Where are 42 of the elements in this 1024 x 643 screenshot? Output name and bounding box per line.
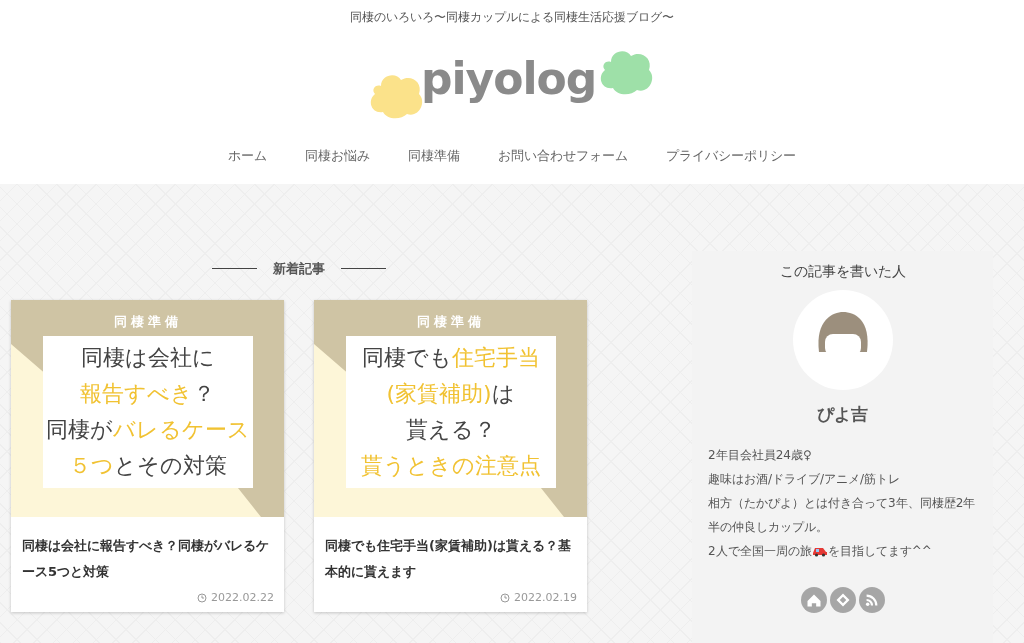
bio-line: 相方（たかぴよ）とは付き合って3年、同棲歴2年半の仲良しカップル。 [708, 495, 977, 536]
clock-icon [500, 592, 510, 603]
site-tagline: 同棲のいろいろ〜同棲カップルによる同棲生活応援ブログ〜 [350, 9, 674, 26]
home-icon[interactable] [800, 587, 827, 613]
article-card[interactable]: 同棲準備 同棲は会社に 報告すべき？ 同棲がバレるケース ５つ とその対策 同棲は会社に報告すべき？同棲がバレるケース5つと対策 2022.02.22 [11, 300, 284, 612]
rss-icon[interactable] [858, 587, 885, 613]
thumbnail-category: 同棲準備 [113, 313, 182, 331]
thumbnail-headline: (家賃補助) [386, 379, 492, 408]
bio-line: 趣味はお酒/ドライブ/アニメ/筋トレ [708, 471, 902, 488]
article-title[interactable]: 同棲でも住宅手当(家賃補助)は貰える？基本的に貰えます [314, 517, 587, 585]
nav-link[interactable]: ホーム [228, 146, 267, 166]
clock-icon [197, 592, 207, 603]
thumbnail-headline: 住宅手当 [451, 343, 540, 372]
bio-line: 2年目会社員24歳♀ [708, 447, 813, 464]
nav-link[interactable]: 同棲お悩み [305, 146, 370, 166]
thumbnail-headline: とその対策 [113, 451, 227, 480]
thumbnail-headline: 貰うときの注意点 [360, 451, 541, 480]
post-date: 2022.02.19 [514, 589, 577, 606]
nav-link[interactable]: プライバシーポリシー [666, 146, 796, 166]
thumbnail-headline: 同棲でも [361, 343, 452, 372]
article-title[interactable]: 同棲は会社に報告すべき？同棲がバレるケース5つと対策 [11, 517, 284, 585]
thumbnail-headline: は [491, 379, 515, 408]
bio-line: を目指してます^^ [827, 543, 932, 560]
post-date: 2022.02.22 [211, 589, 274, 606]
bio-line: 2人で全国一周の旅 [708, 543, 812, 560]
section-title: 新着記事 [273, 259, 325, 278]
article-card[interactable]: 同棲準備 同棲でも住宅手当 (家賃補助)は 貰える？ 貰うときの注意点 同棲でも住宅手当(家賃補助)は貰える？基本的に貰えます 2022.02.19 [314, 300, 587, 612]
thumbnail-headline: 報告すべき [80, 379, 193, 408]
thumbnail-headline: ？ [193, 379, 215, 408]
logo-text: piyolog [421, 57, 597, 101]
thumbnail-headline: ５つ [68, 451, 114, 480]
thumbnail-headline: バレるケース [112, 415, 250, 444]
thumbnail-category: 同棲準備 [416, 313, 485, 331]
car-icon [811, 545, 828, 557]
nav-link[interactable]: 同棲準備 [408, 146, 460, 166]
author-name: ぴよ吉 [817, 402, 868, 426]
thumbnail-headline: 貰える？ [405, 415, 496, 444]
author-heading: この記事を書いた人 [779, 261, 906, 281]
thumbnail-headline: 同棲は会社に [80, 343, 215, 372]
thumbnail-headline: 同棲が [45, 415, 113, 444]
site-logo[interactable]: piyolog [367, 44, 657, 114]
nav-link[interactable]: お問い合わせフォーム [498, 146, 628, 166]
